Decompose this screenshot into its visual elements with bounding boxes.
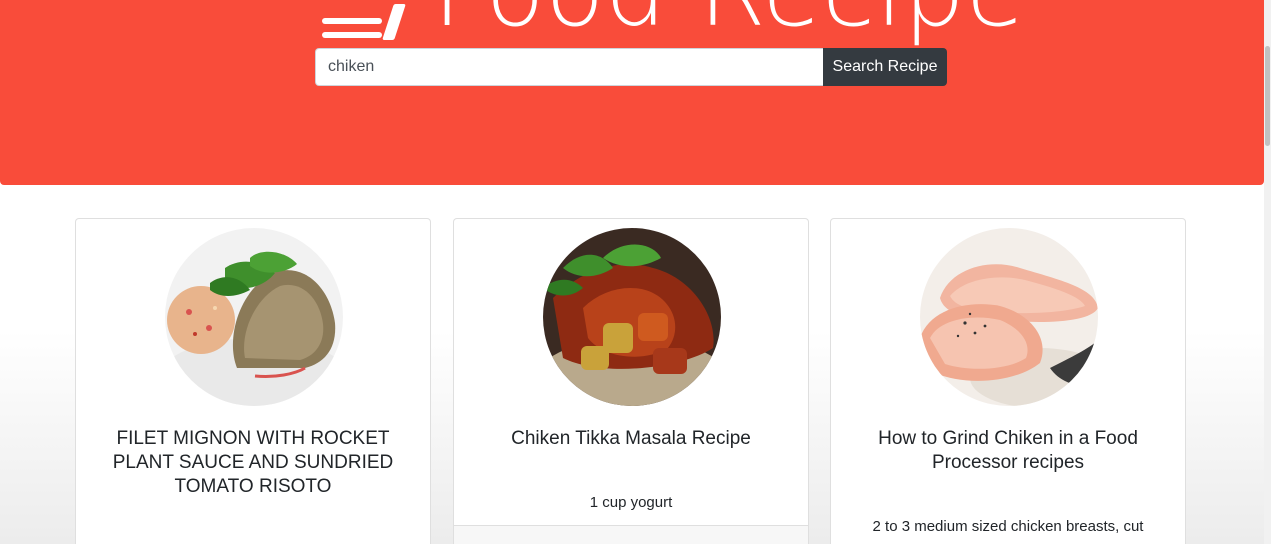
page: Food Recipe Search Recipe — [0, 0, 1271, 544]
recipe-card[interactable]: Chiken Tikka Masala Recipe 1 cup yogurt — [453, 218, 809, 544]
scrollbar-thumb[interactable] — [1265, 46, 1270, 146]
search-recipe-button[interactable]: Search Recipe — [823, 48, 947, 86]
recipe-title: FILET MIGNON WITH ROCKET PLANT SAUCE AND… — [112, 428, 394, 497]
book-logo-icon — [320, 0, 415, 42]
recipe-card[interactable]: FILET MIGNON WITH ROCKET PLANT SAUCE AND… — [75, 218, 431, 544]
hero-header: Food Recipe Search Recipe — [0, 0, 1264, 185]
search-form: Search Recipe — [315, 48, 947, 86]
card-footer — [454, 526, 808, 544]
recipe-card[interactable]: How to Grind Chiken in a Food Processor … — [830, 218, 1186, 544]
recipe-ingredient: 1 cup yogurt — [589, 494, 673, 511]
page-scrollbar[interactable] — [1264, 0, 1271, 544]
recipe-image-chicken-breast[interactable] — [920, 228, 1098, 406]
recipe-image-tikka-masala[interactable] — [543, 228, 721, 406]
recipe-image-filet-mignon[interactable] — [165, 228, 343, 406]
brand[interactable]: Food Recipe — [320, 0, 1026, 42]
recipe-title: Chiken Tikka Masala Recipe — [511, 428, 751, 449]
recipe-ingredient: 2 to 3 medium sized chicken breasts, cut — [872, 518, 1144, 535]
search-input[interactable] — [315, 48, 823, 86]
brand-title: Food Recipe — [433, 0, 1026, 40]
recipe-title: How to Grind Chiken in a Food Processor … — [878, 428, 1138, 473]
